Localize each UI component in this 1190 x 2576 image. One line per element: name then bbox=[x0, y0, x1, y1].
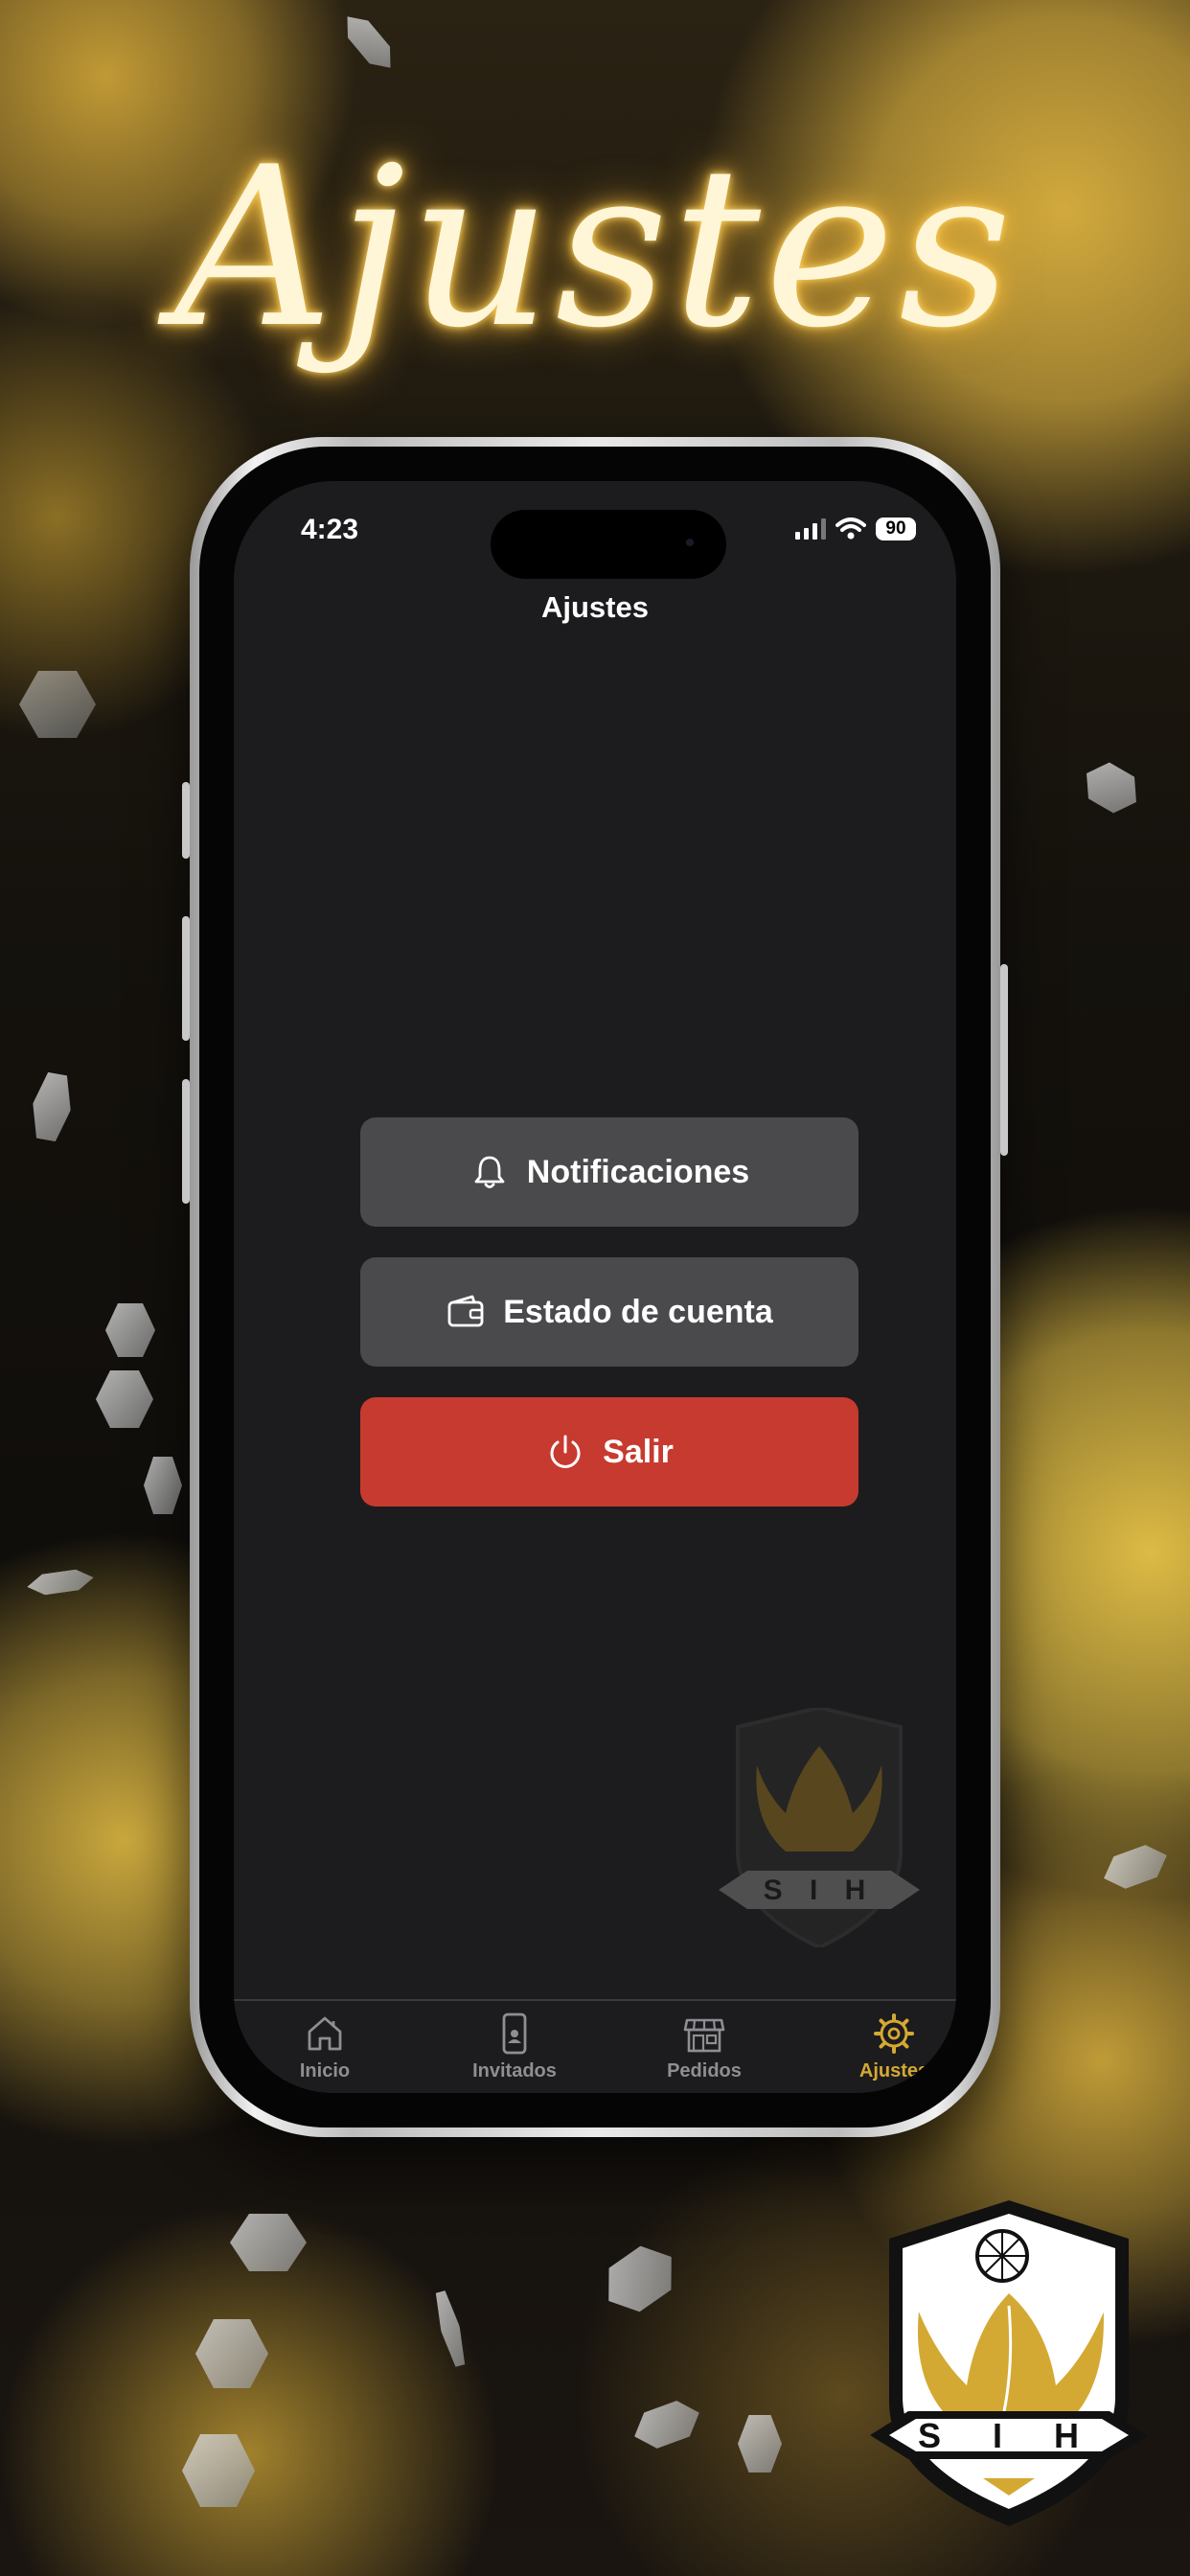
watermark-text: S I H bbox=[764, 1874, 876, 1906]
tab-ajustes[interactable]: Ajustes bbox=[822, 2011, 956, 2082]
bell-icon bbox=[474, 1156, 505, 1188]
gear-icon bbox=[874, 2013, 914, 2054]
notifications-button[interactable]: Notificaciones bbox=[360, 1117, 858, 1227]
logout-button[interactable]: Salir bbox=[360, 1397, 858, 1506]
volume-down-button bbox=[182, 1079, 190, 1204]
signal-icon bbox=[795, 518, 826, 540]
account-statement-label: Estado de cuenta bbox=[503, 1293, 773, 1330]
tab-pedidos-label: Pedidos bbox=[667, 2060, 742, 2082]
silent-switch bbox=[182, 782, 190, 859]
headline-title: Ajustes bbox=[173, 121, 1017, 377]
phone-mockup: 4:23 90 Ajustes Notificaciones Estado de… bbox=[182, 437, 1008, 2137]
home-icon bbox=[308, 2016, 342, 2051]
dynamic-island bbox=[491, 510, 726, 579]
tab-invitados-label: Invitados bbox=[472, 2060, 557, 2082]
tab-pedidos[interactable]: Pedidos bbox=[632, 2011, 776, 2082]
tab-ajustes-label: Ajustes bbox=[858, 2060, 929, 2082]
store-icon bbox=[683, 2018, 725, 2053]
tab-inicio[interactable]: Inicio bbox=[253, 2011, 397, 2082]
phone-icon bbox=[502, 2012, 527, 2055]
power-icon bbox=[550, 1435, 581, 1468]
page-title: Ajustes bbox=[541, 590, 649, 624]
tab-inicio-label: Inicio bbox=[299, 2060, 351, 2082]
wallet-icon bbox=[447, 1295, 484, 1327]
wifi-icon bbox=[835, 518, 866, 540]
tab-invitados[interactable]: Invitados bbox=[443, 2011, 586, 2082]
tab-bar: Inicio Invitados Pedidos Ajustes bbox=[234, 1999, 956, 2093]
status-icons: 90 bbox=[795, 518, 916, 540]
sih-watermark-logo: S I H bbox=[719, 1708, 920, 1947]
volume-up-button bbox=[182, 916, 190, 1041]
logout-label: Salir bbox=[603, 1433, 674, 1470]
sih-shield-logo: S I H bbox=[870, 2200, 1148, 2526]
account-statement-button[interactable]: Estado de cuenta bbox=[360, 1257, 858, 1367]
status-time: 4:23 bbox=[301, 514, 359, 545]
power-button bbox=[1000, 964, 1008, 1156]
notifications-label: Notificaciones bbox=[526, 1153, 750, 1190]
logo-text: S I H bbox=[918, 2416, 1100, 2455]
app-screen: 4:23 90 Ajustes Notificaciones Estado de… bbox=[234, 481, 956, 2093]
battery-indicator: 90 bbox=[876, 518, 916, 540]
